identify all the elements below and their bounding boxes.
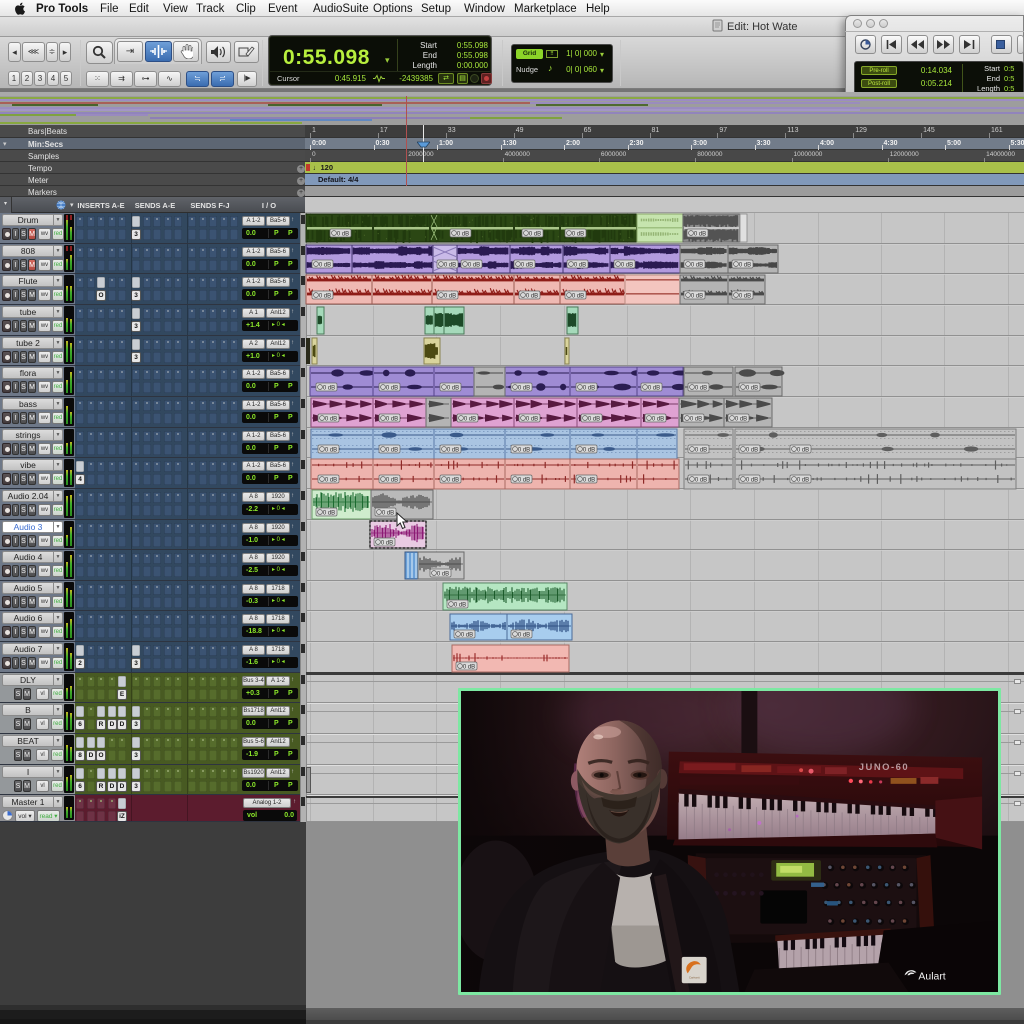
- svg-text:0 dB: 0 dB: [695, 448, 707, 454]
- svg-text:0 dB: 0 dB: [690, 417, 702, 423]
- svg-text:0 dB: 0 dB: [691, 294, 703, 300]
- svg-text:0 dB: 0 dB: [447, 448, 459, 454]
- svg-text:0 dB: 0 dB: [583, 478, 595, 484]
- svg-text:Aulart: Aulart: [918, 971, 945, 982]
- svg-text:0 dB: 0 dB: [583, 386, 595, 392]
- svg-text:0 dB: 0 dB: [797, 478, 809, 484]
- svg-text:0 dB: 0 dB: [648, 386, 660, 392]
- svg-text:0 dB: 0 dB: [437, 572, 449, 578]
- svg-text:0 dB: 0 dB: [386, 386, 398, 392]
- svg-text:0 dB: 0 dB: [457, 232, 469, 238]
- svg-text:0 dB: 0 dB: [518, 386, 530, 392]
- svg-text:0 dB: 0 dB: [518, 478, 530, 484]
- svg-text:0 dB: 0 dB: [319, 263, 331, 269]
- svg-text:0 dB: 0 dB: [691, 263, 703, 269]
- svg-text:JUNO-60: JUNO-60: [859, 762, 909, 772]
- svg-text:0 dB: 0 dB: [382, 511, 394, 517]
- svg-text:0 dB: 0 dB: [574, 263, 586, 269]
- svg-text:0 dB: 0 dB: [797, 448, 809, 454]
- svg-text:Carhartt: Carhartt: [689, 975, 700, 979]
- svg-text:0 dB: 0 dB: [746, 386, 758, 392]
- svg-text:0 dB: 0 dB: [695, 386, 707, 392]
- svg-text:0 dB: 0 dB: [694, 232, 706, 238]
- svg-text:0 dB: 0 dB: [325, 417, 337, 423]
- svg-text:0 dB: 0 dB: [463, 665, 475, 671]
- svg-text:0 dB: 0 dB: [323, 511, 335, 517]
- svg-text:0 dB: 0 dB: [746, 448, 758, 454]
- svg-text:0 dB: 0 dB: [464, 417, 476, 423]
- svg-text:0 dB: 0 dB: [518, 448, 530, 454]
- svg-text:0 dB: 0 dB: [521, 263, 533, 269]
- svg-text:0 dB: 0 dB: [444, 294, 456, 300]
- svg-text:0 dB: 0 dB: [386, 448, 398, 454]
- svg-text:0 dB: 0 dB: [468, 263, 480, 269]
- svg-text:0 dB: 0 dB: [447, 478, 459, 484]
- svg-text:0 dB: 0 dB: [323, 386, 335, 392]
- svg-text:0 dB: 0 dB: [325, 448, 337, 454]
- svg-text:0 dB: 0 dB: [447, 386, 459, 392]
- svg-text:0 dB: 0 dB: [583, 448, 595, 454]
- svg-text:0 dB: 0 dB: [621, 263, 633, 269]
- svg-text:0 dB: 0 dB: [735, 417, 747, 423]
- svg-text:0 dB: 0 dB: [695, 478, 707, 484]
- svg-text:0 dB: 0 dB: [386, 478, 398, 484]
- svg-text:0 dB: 0 dB: [319, 294, 331, 300]
- svg-text:0 dB: 0 dB: [381, 541, 393, 547]
- svg-text:0 dB: 0 dB: [739, 263, 751, 269]
- svg-text:0 dB: 0 dB: [444, 263, 456, 269]
- svg-text:0 dB: 0 dB: [526, 417, 538, 423]
- svg-text:0 dB: 0 dB: [572, 232, 584, 238]
- svg-text:0 dB: 0 dB: [588, 417, 600, 423]
- svg-text:0 dB: 0 dB: [746, 478, 758, 484]
- svg-text:0 dB: 0 dB: [325, 478, 337, 484]
- svg-text:0 dB: 0 dB: [337, 232, 349, 238]
- svg-text:0 dB: 0 dB: [526, 294, 538, 300]
- svg-text:0 dB: 0 dB: [739, 294, 751, 300]
- svg-text:0 dB: 0 dB: [529, 232, 541, 238]
- svg-text:0 dB: 0 dB: [461, 633, 473, 639]
- svg-text:0 dB: 0 dB: [518, 633, 530, 639]
- svg-text:0 dB: 0 dB: [572, 294, 584, 300]
- svg-text:0 dB: 0 dB: [652, 417, 664, 423]
- svg-text:0 dB: 0 dB: [454, 603, 466, 609]
- svg-text:0 dB: 0 dB: [386, 417, 398, 423]
